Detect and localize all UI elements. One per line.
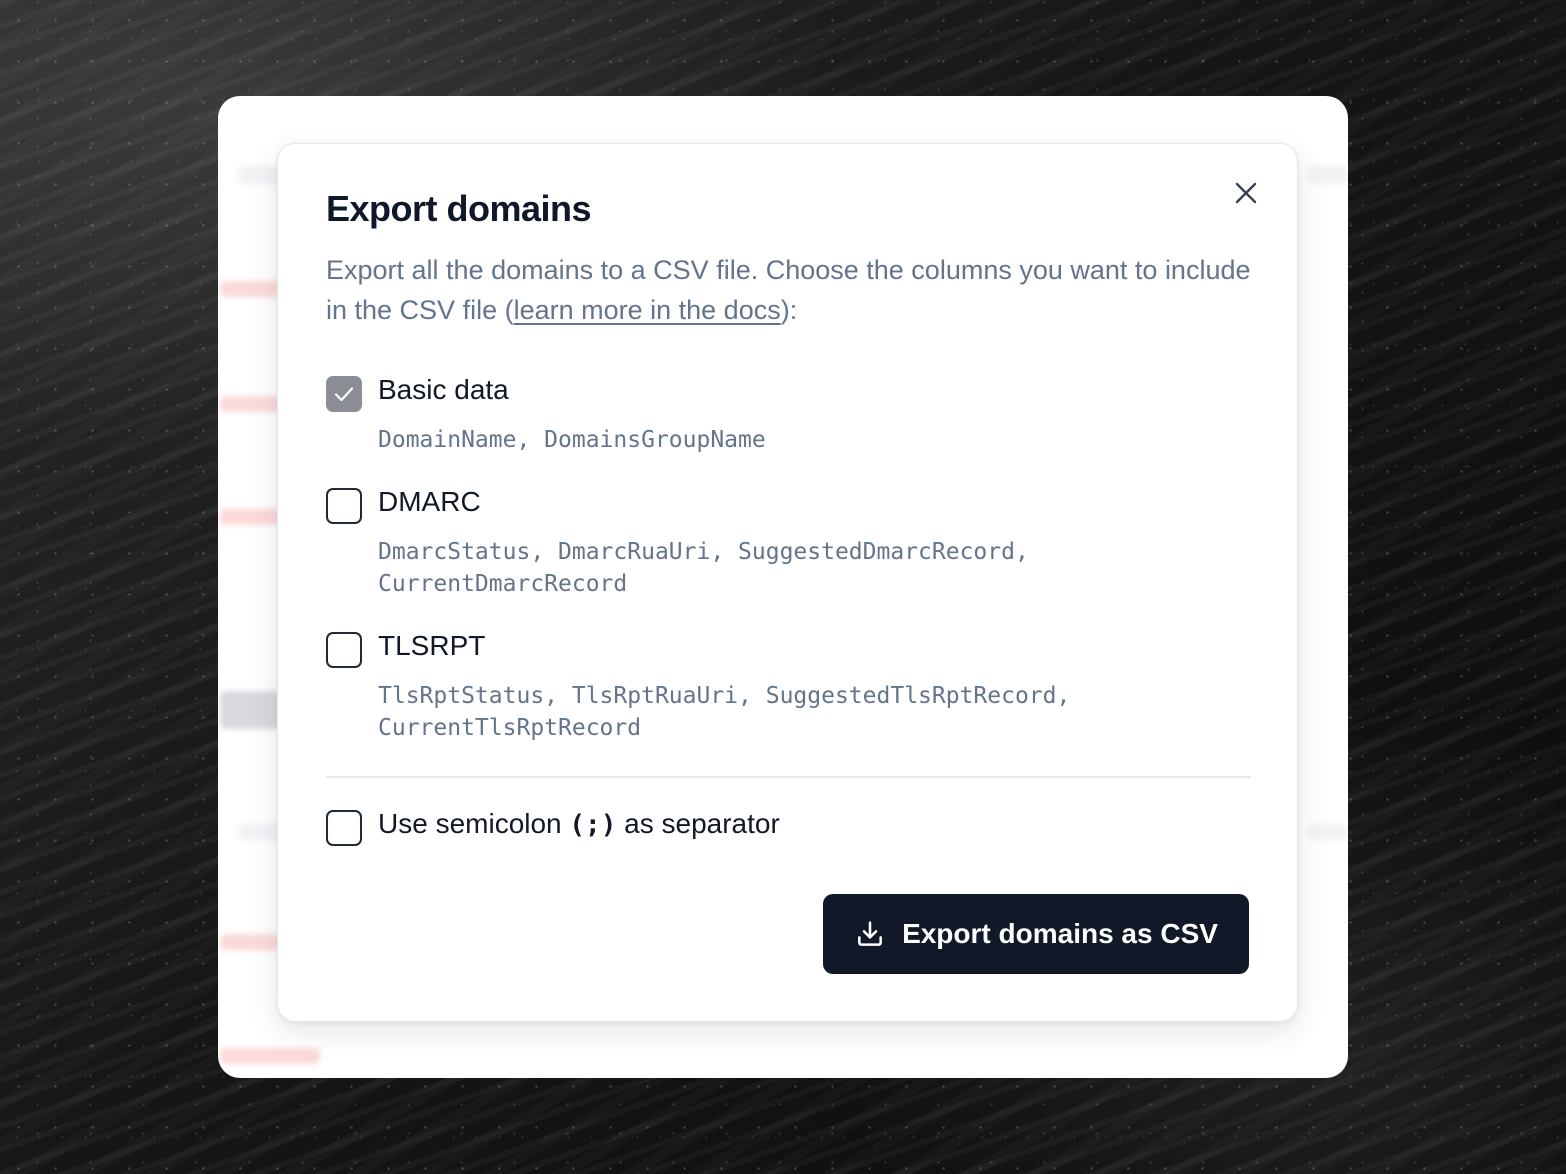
semicolon-separator-checkbox[interactable] [326, 810, 362, 846]
export-csv-button-label: Export domains as CSV [902, 918, 1218, 949]
tlsrpt-columns: TlsRptStatus, TlsRptRuaUri, SuggestedTls… [378, 683, 1071, 741]
export-csv-button[interactable]: Export domains as CSV [823, 894, 1249, 974]
ghost-block [220, 396, 280, 412]
separator-label-suffix: as separator [616, 808, 780, 839]
download-icon [854, 918, 886, 950]
dialog-title: Export domains [326, 188, 592, 229]
dmarc-checkbox[interactable] [326, 488, 362, 524]
basic-data-label: Basic data [378, 374, 509, 405]
separator-label-code: (;) [569, 810, 617, 840]
ghost-block [1308, 166, 1348, 184]
ghost-block [220, 281, 280, 297]
ghost-block [220, 934, 280, 950]
tlsrpt-checkbox[interactable] [326, 632, 362, 668]
close-icon [1235, 182, 1257, 204]
separator-label-prefix: Use semicolon [378, 808, 570, 839]
tlsrpt-label: TLSRPT [378, 630, 486, 661]
semicolon-separator-label: Use semicolon (;) as separator [378, 808, 780, 840]
description-suffix: ): [780, 295, 798, 325]
export-domains-dialog: Export domains Export all the domains to… [277, 143, 1298, 1022]
dmarc-label: DMARC [378, 486, 481, 517]
ghost-block [220, 691, 280, 729]
ghost-block [1308, 824, 1348, 840]
divider [326, 776, 1251, 778]
check-icon [334, 387, 354, 402]
basic-data-checkbox[interactable] [326, 376, 362, 412]
ghost-block [220, 509, 280, 525]
docs-link[interactable]: learn more in the docs [514, 295, 781, 325]
dmarc-columns: DmarcStatus, DmarcRuaUri, SuggestedDmarc… [378, 539, 1029, 597]
basic-data-columns: DomainName, DomainsGroupName [378, 427, 766, 453]
dialog-description: Export all the domains to a CSV file. Ch… [326, 250, 1256, 330]
ghost-block [220, 1048, 320, 1064]
close-button[interactable] [1231, 178, 1261, 208]
